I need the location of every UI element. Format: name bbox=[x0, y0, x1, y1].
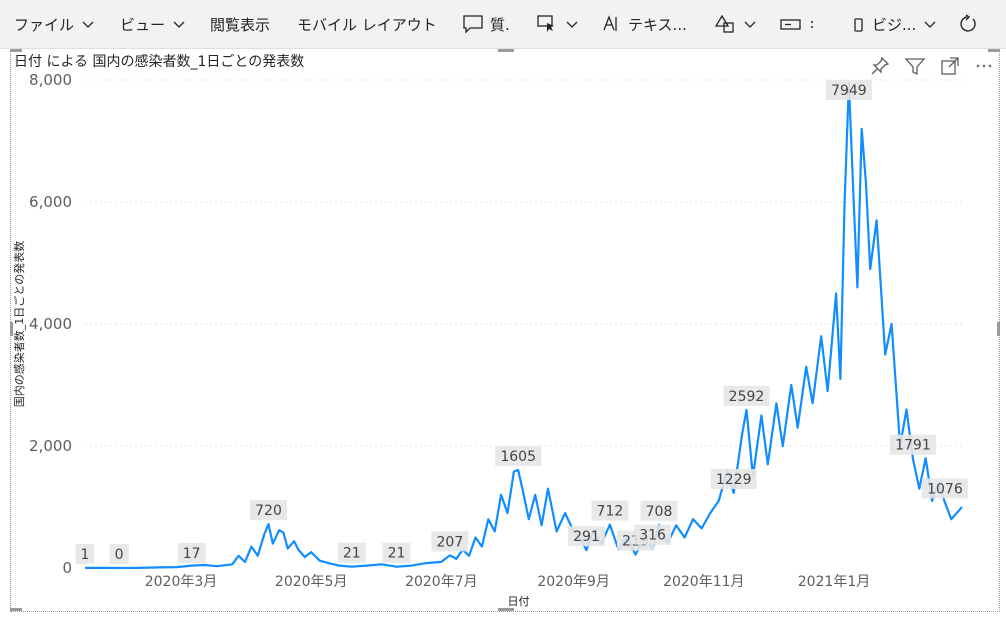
data-label: 720 bbox=[255, 503, 282, 519]
data-label: 1229 bbox=[716, 472, 752, 488]
series-line bbox=[85, 82, 963, 570]
data-label: 1076 bbox=[927, 481, 963, 497]
x-tick-label: 2020年3月 bbox=[145, 574, 218, 590]
x-tick-label: 2020年11月 bbox=[663, 574, 744, 590]
x-tick-label: 2021年1月 bbox=[798, 574, 871, 590]
x-tick-label: 2020年7月 bbox=[405, 574, 478, 590]
line-chart: 0 2,000 4,000 6,000 8,000 2020年3月 2020年5月 2020年… bbox=[12, 71, 968, 608]
data-label: 2592 bbox=[729, 389, 765, 405]
y-tick-label: 8,000 bbox=[29, 71, 72, 89]
data-label: 21 bbox=[343, 546, 361, 562]
x-tick-label: 2020年5月 bbox=[275, 574, 348, 590]
data-label: 712 bbox=[597, 504, 624, 520]
y-axis-title: 国内の感染者数_1日ごとの発表数 bbox=[12, 241, 26, 407]
y-tick-label: 0 bbox=[62, 559, 72, 577]
data-label: 1605 bbox=[500, 449, 536, 465]
y-tick-label: 4,000 bbox=[29, 315, 72, 333]
data-label: 207 bbox=[437, 534, 464, 550]
data-label: 291 bbox=[573, 529, 600, 545]
data-label: 21 bbox=[388, 546, 406, 562]
y-tick-label: 2,000 bbox=[29, 437, 72, 455]
data-label: 7949 bbox=[831, 83, 867, 99]
x-tick-label: 2020年9月 bbox=[537, 574, 610, 590]
data-label: 0 bbox=[115, 547, 124, 563]
x-axis-title: 日付 bbox=[508, 595, 530, 608]
data-label: 316 bbox=[639, 528, 666, 544]
data-label: 17 bbox=[183, 546, 201, 562]
y-tick-label: 6,000 bbox=[29, 193, 72, 211]
data-label: 1791 bbox=[895, 438, 931, 454]
data-label: 1 bbox=[81, 547, 90, 563]
data-label: 708 bbox=[646, 504, 673, 520]
